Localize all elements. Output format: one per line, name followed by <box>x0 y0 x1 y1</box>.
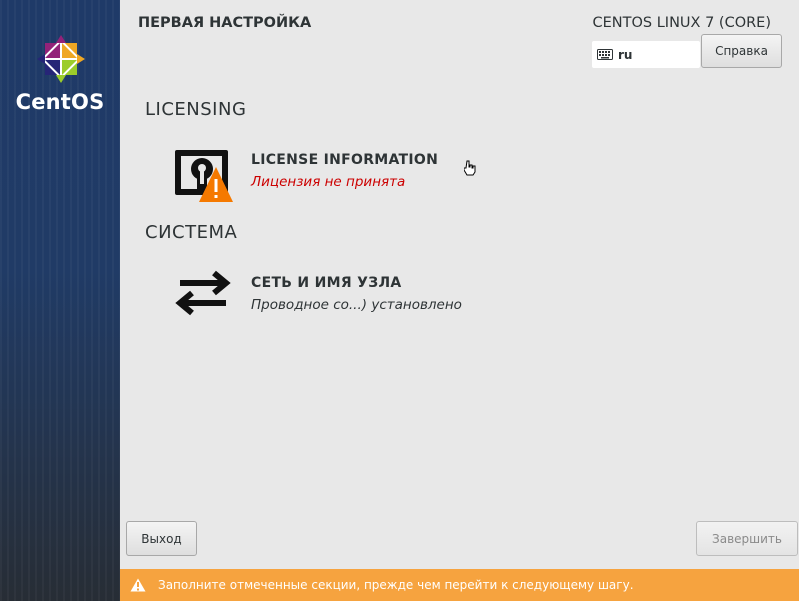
centos-logo-icon <box>37 35 85 83</box>
finish-button[interactable]: Завершить <box>696 521 798 556</box>
mouse-pointer-icon <box>464 160 476 176</box>
spoke-title: СЕТЬ И ИМЯ УЗЛА <box>251 275 402 291</box>
help-button[interactable]: Справка <box>701 34 782 68</box>
warning-bar: Заполните отмеченные секции, прежде чем … <box>120 569 799 601</box>
keyboard-icon <box>597 49 613 60</box>
license-warning-icon <box>175 150 233 202</box>
keyboard-layout-label: ru <box>618 47 633 62</box>
section-title-system: СИСТЕМА <box>145 222 238 243</box>
exit-button[interactable]: Выход <box>126 521 197 556</box>
page-title: ПЕРВАЯ НАСТРОЙКА <box>138 15 312 31</box>
brand-name: CentOS <box>15 90 105 114</box>
section-title-licensing: LICENSING <box>145 99 247 120</box>
spoke-license-information[interactable]: LICENSE INFORMATION Лицензия не принята <box>172 145 592 205</box>
product-name: CENTOS LINUX 7 (CORE) <box>592 15 772 31</box>
keyboard-layout-indicator[interactable]: ru <box>592 41 700 68</box>
warning-message: Заполните отмеченные секции, прежде чем … <box>158 578 634 592</box>
main-panel: ПЕРВАЯ НАСТРОЙКА CENTOS LINUX 7 (CORE) r… <box>120 0 799 601</box>
spoke-status: Проводное со...) установлено <box>251 297 462 313</box>
spoke-network-hostname[interactable]: СЕТЬ И ИМЯ УЗЛА Проводное со...) установ… <box>172 263 592 323</box>
spoke-title: LICENSE INFORMATION <box>251 152 439 168</box>
warning-icon <box>130 578 146 592</box>
spoke-status: Лицензия не принята <box>251 174 406 190</box>
sidebar: CentOS <box>0 0 120 601</box>
network-arrows-icon <box>175 270 231 316</box>
